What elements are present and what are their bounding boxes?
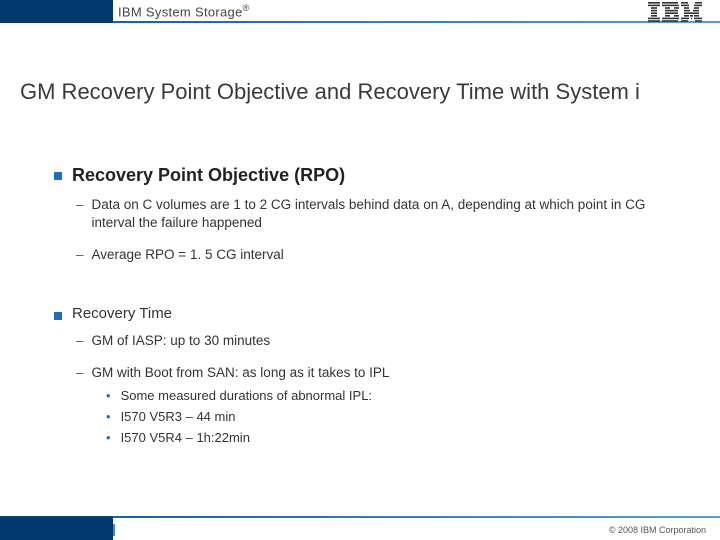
dot-icon: •	[106, 388, 111, 403]
sub-item: – Average RPO = 1. 5 CG interval	[76, 246, 674, 264]
section-title: Recovery Point Objective (RPO)	[72, 165, 345, 186]
header-accent-block	[0, 0, 113, 21]
brand-prefix: IBM System Storage	[118, 4, 243, 19]
sub-list: – GM of IASP: up to 30 minutes – GM with…	[76, 332, 674, 445]
slide: IBM System Storage®	[0, 0, 720, 540]
header: IBM System Storage®	[0, 0, 720, 34]
dot-text: I570 V5R3 – 44 min	[121, 409, 236, 424]
square-bullet-icon	[54, 172, 62, 180]
dot-item: • I570 V5R3 – 44 min	[106, 409, 674, 424]
header-rule	[0, 21, 720, 23]
dot-item: • Some measured durations of abnormal IP…	[106, 388, 674, 403]
dash-icon: –	[76, 246, 84, 264]
dash-icon: –	[76, 196, 84, 232]
dot-text: Some measured durations of abnormal IPL:	[121, 388, 372, 403]
sub-text: Average RPO = 1. 5 CG interval	[92, 246, 674, 264]
sub-item: – Data on C volumes are 1 to 2 CG interv…	[76, 196, 674, 232]
section-rpo: Recovery Point Objective (RPO) – Data on…	[54, 165, 674, 265]
dot-text: I570 V5R4 – 1h:22min	[121, 430, 250, 445]
brand-suffix: ®	[243, 3, 250, 13]
brand-text: IBM System Storage®	[118, 3, 250, 19]
dot-icon: •	[106, 409, 111, 424]
square-bullet-icon	[54, 312, 62, 320]
footer-accent-block	[0, 518, 113, 540]
sub-text: Data on C volumes are 1 to 2 CG interval…	[92, 196, 674, 232]
body: Recovery Point Objective (RPO) – Data on…	[54, 165, 674, 473]
dot-icon: •	[106, 430, 111, 445]
dash-icon: –	[76, 364, 84, 382]
sub-item: – GM of IASP: up to 30 minutes	[76, 332, 674, 350]
footer: © 2008 IBM Corporation	[0, 516, 720, 540]
dot-item: • I570 V5R4 – 1h:22min	[106, 430, 674, 445]
section-head: Recovery Point Objective (RPO)	[54, 165, 674, 186]
sub-list: – Data on C volumes are 1 to 2 CG interv…	[76, 196, 674, 265]
dot-list: • Some measured durations of abnormal IP…	[106, 388, 674, 445]
section-recovery-time: Recovery Time – GM of IASP: up to 30 min…	[54, 305, 674, 445]
footer-tick	[113, 524, 115, 536]
sub-text: GM of IASP: up to 30 minutes	[92, 332, 674, 350]
ibm-logo-icon	[648, 2, 702, 22]
sub-text: GM with Boot from SAN: as long as it tak…	[92, 364, 674, 382]
copyright-text: © 2008 IBM Corporation	[609, 525, 706, 535]
section-title: Recovery Time	[72, 305, 172, 322]
section-head: Recovery Time	[54, 305, 674, 322]
page-title: GM Recovery Point Objective and Recovery…	[20, 78, 680, 106]
sub-item: – GM with Boot from SAN: as long as it t…	[76, 364, 674, 382]
dash-icon: –	[76, 332, 84, 350]
